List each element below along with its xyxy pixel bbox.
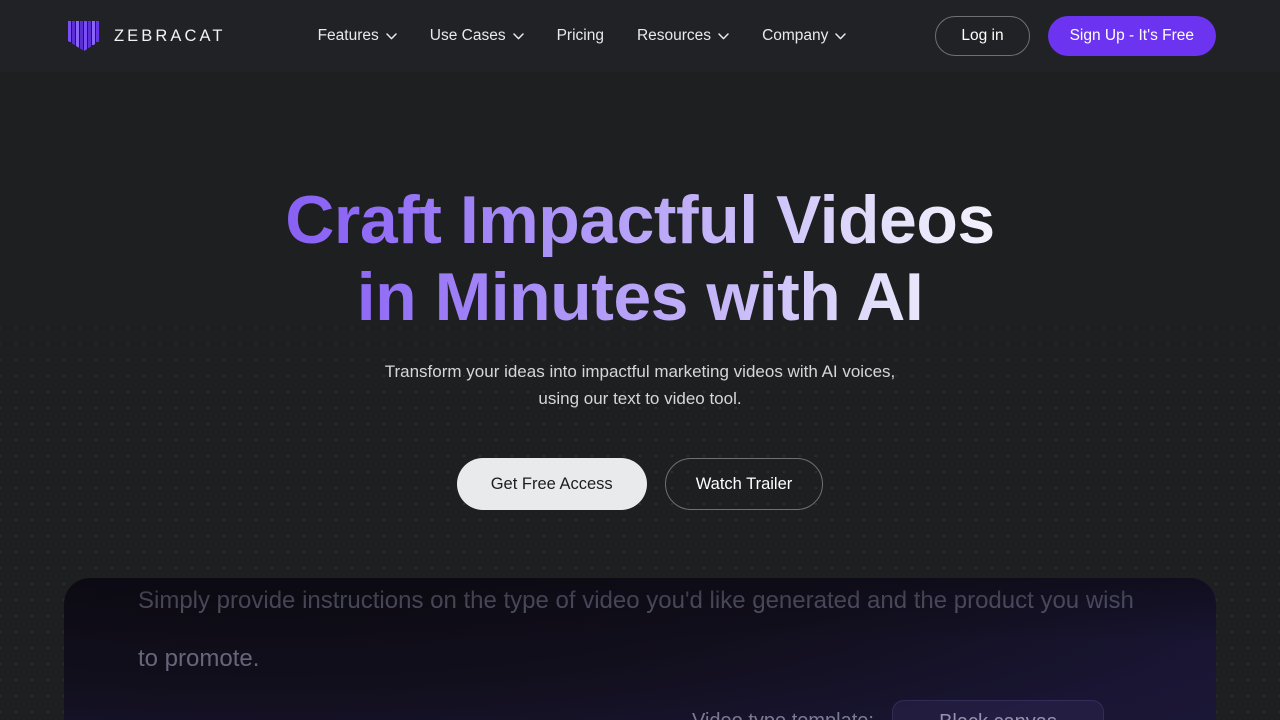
demo-preview-panel[interactable]: Simply provide instructions on the type … [64,578,1216,720]
demo-template-row: Video type template: Black canvas [692,698,1104,720]
get-free-access-button[interactable]: Get Free Access [456,458,647,510]
nav-item-resources[interactable]: Resources [637,27,729,45]
chevron-down-icon [386,32,397,39]
login-button[interactable]: Log in [935,16,1030,56]
brand-name: ZEBRACAT [114,26,226,45]
headline-line-1: Craft Impactful Videos [0,182,1280,259]
site-header: ZEBRACAT Features Use Cases Pricing Reso… [0,0,1280,72]
nav-label-company: Company [762,27,829,44]
watch-trailer-button[interactable]: Watch Trailer [664,458,824,510]
page-title: Craft Impactful Videos in Minutes with A… [0,182,1280,336]
chevron-down-icon [718,32,729,39]
auth-actions: Log in Sign Up - It's Free [935,16,1216,56]
nav-label-features: Features [317,27,379,44]
nav-label-resources: Resources [636,27,712,44]
brand-logo[interactable]: ZEBRACAT [68,21,226,51]
nav-item-use-cases[interactable]: Use Cases [430,27,524,45]
hero-section: Craft Impactful Videos in Minutes with A… [0,72,1280,510]
nav-item-pricing[interactable]: Pricing [557,27,604,45]
demo-template-value: Black canvas [939,711,1057,720]
chevron-down-icon [835,32,847,39]
hero-cta-row: Get Free Access Watch Trailer [0,458,1280,510]
nav-item-company[interactable]: Company [762,27,847,45]
subheading-line-2: using our text to video tool. [538,389,742,408]
chevron-down-icon [512,32,524,39]
nav-label-use-cases: Use Cases [429,27,506,44]
hero-subheading: Transform your ideas into impactful mark… [0,358,1280,412]
demo-prompt-text: Simply provide instructions on the type … [138,587,1134,672]
demo-template-select[interactable]: Black canvas [891,700,1104,720]
signup-button[interactable]: Sign Up - It's Free [1047,16,1216,56]
zebracat-bars-logo-icon [68,21,100,51]
headline-line-2: in Minutes with AI [0,259,1280,336]
nav-label-pricing: Pricing [556,27,604,44]
nav-item-features[interactable]: Features [318,27,397,45]
demo-template-label: Video type template: [692,710,874,720]
subheading-line-1: Transform your ideas into impactful mark… [384,362,896,381]
main-navigation: Features Use Cases Pricing Resources Com… [318,27,847,45]
